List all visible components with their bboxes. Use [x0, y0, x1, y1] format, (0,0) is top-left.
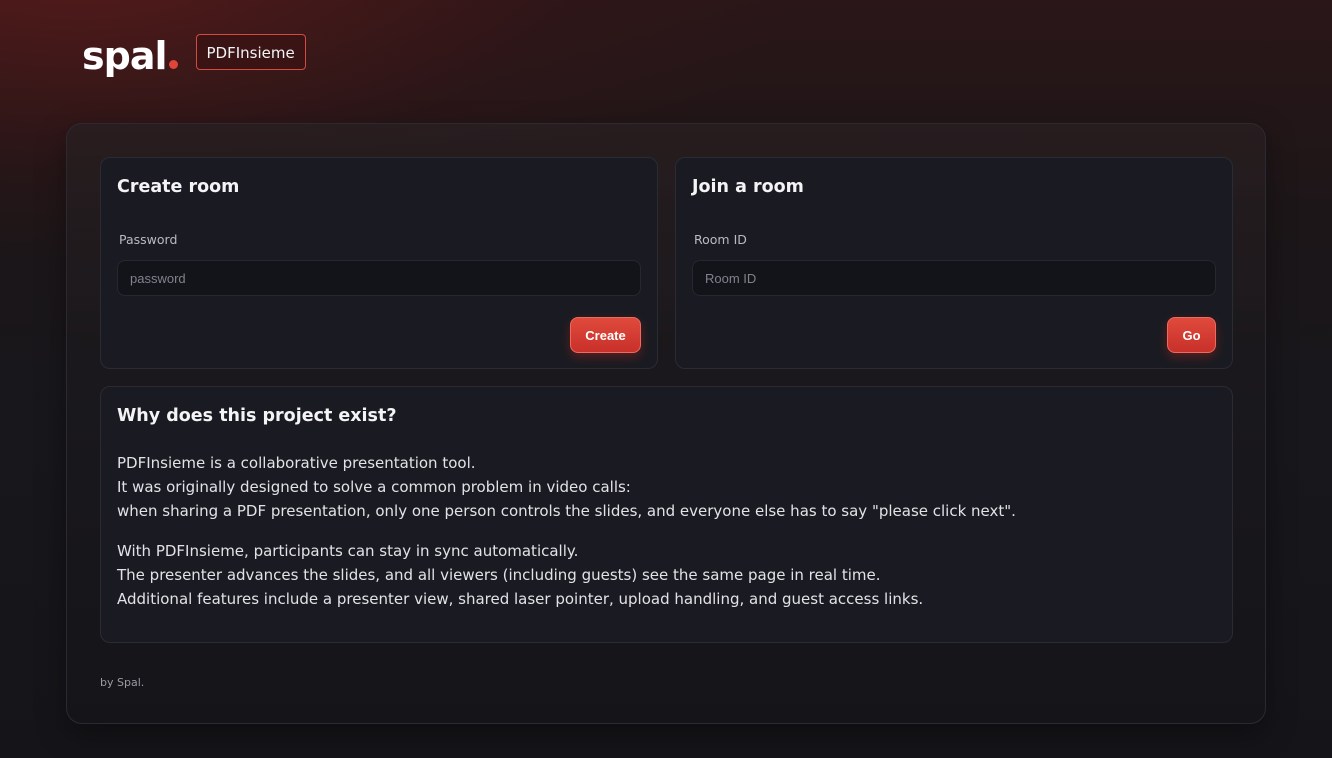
room-id-input[interactable] — [692, 260, 1216, 296]
about-line: when sharing a PDF presentation, only on… — [117, 502, 1016, 520]
about-paragraph: With PDFInsieme, participants can stay i… — [117, 539, 1216, 611]
main-panel: Create room Password Create Join a room … — [66, 123, 1266, 724]
header: spal PDFInsieme — [82, 33, 306, 75]
password-label: Password — [119, 232, 178, 247]
about-line: With PDFInsieme, participants can stay i… — [117, 542, 579, 560]
join-room-title: Join a room — [692, 177, 804, 197]
logo-dot-icon — [168, 60, 178, 69]
spal-logo[interactable]: spal — [82, 37, 178, 75]
app-name-badge[interactable]: PDFInsieme — [195, 34, 306, 70]
password-input[interactable] — [117, 260, 641, 296]
create-room-card: Create room Password Create — [100, 157, 658, 369]
create-room-title: Create room — [117, 177, 240, 197]
room-id-label: Room ID — [694, 232, 747, 247]
about-body: PDFInsieme is a collaborative presentati… — [117, 451, 1216, 627]
about-line: PDFInsieme is a collaborative presentati… — [117, 454, 476, 472]
about-line: It was originally designed to solve a co… — [117, 478, 631, 496]
about-card: Why does this project exist? PDFInsieme … — [100, 386, 1233, 643]
create-button[interactable]: Create — [570, 317, 641, 353]
join-room-card: Join a room Room ID Go — [675, 157, 1233, 369]
about-line: The presenter advances the slides, and a… — [117, 566, 881, 584]
footer-credit: by Spal. — [100, 676, 145, 689]
about-paragraph: PDFInsieme is a collaborative presentati… — [117, 451, 1216, 523]
about-line: Additional features include a presenter … — [117, 590, 924, 608]
go-button[interactable]: Go — [1167, 317, 1216, 353]
logo-text: spal — [82, 34, 167, 78]
about-title: Why does this project exist? — [117, 406, 397, 426]
